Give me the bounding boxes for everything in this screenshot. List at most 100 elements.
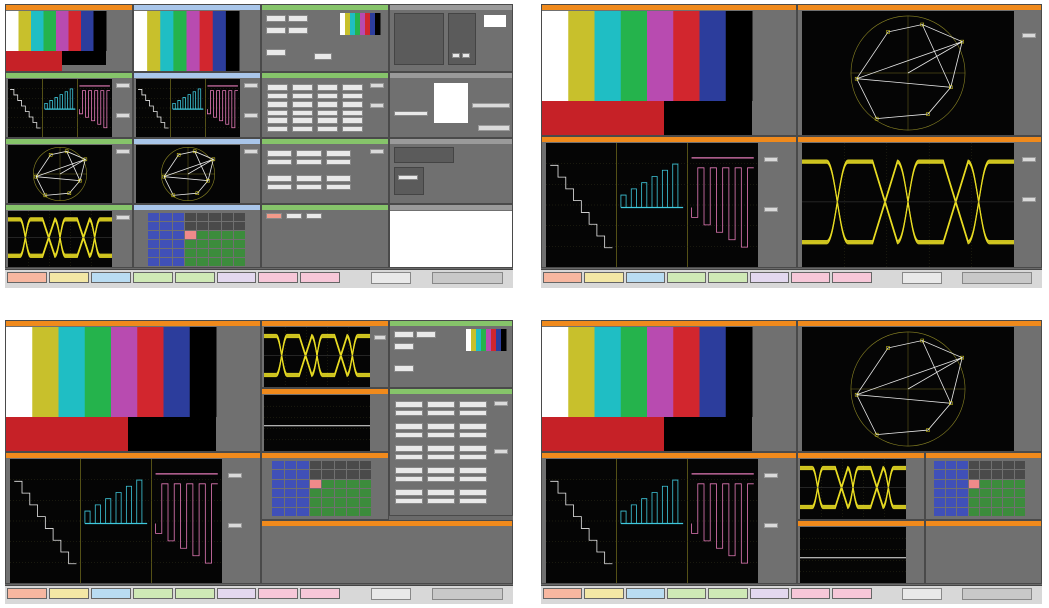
status-cell[interactable] xyxy=(1014,489,1025,498)
status-cell[interactable] xyxy=(197,213,209,221)
taskbar-tab[interactable] xyxy=(132,588,173,599)
side-button[interactable] xyxy=(764,207,778,212)
side-button[interactable] xyxy=(116,113,130,118)
status-cell[interactable] xyxy=(980,507,991,516)
setting-field[interactable] xyxy=(267,117,288,125)
settings-panel-system[interactable] xyxy=(389,4,513,72)
status-cell[interactable] xyxy=(309,498,321,507)
setting-field[interactable] xyxy=(325,175,351,182)
taskbar-tab[interactable] xyxy=(749,588,789,599)
status-cell[interactable] xyxy=(945,507,956,516)
setting-field[interactable] xyxy=(342,84,363,91)
taskbar-tab[interactable] xyxy=(790,272,831,283)
status-cell[interactable] xyxy=(209,258,221,266)
taskbar-tab[interactable] xyxy=(543,588,583,599)
status-cell[interactable] xyxy=(160,231,172,239)
taskbar-tab[interactable] xyxy=(258,588,299,599)
side-button[interactable] xyxy=(764,473,778,478)
color-bars-panel[interactable] xyxy=(5,4,133,72)
measurement-settings-panel[interactable] xyxy=(261,72,389,138)
taskbar-tab[interactable] xyxy=(625,588,665,599)
side-button[interactable] xyxy=(472,103,510,108)
setting-field[interactable] xyxy=(395,498,423,504)
setting-field[interactable] xyxy=(267,184,293,190)
setting-field[interactable] xyxy=(267,126,288,133)
status-cell[interactable] xyxy=(957,461,968,470)
status-cell[interactable] xyxy=(1003,489,1014,498)
status-cell[interactable] xyxy=(209,213,221,221)
status-cell[interactable] xyxy=(184,213,196,221)
status-cell[interactable] xyxy=(957,470,968,479)
status-cell[interactable] xyxy=(957,498,968,507)
status-cell[interactable] xyxy=(209,249,221,257)
measurement-settings-panel[interactable] xyxy=(389,388,513,516)
status-cell[interactable] xyxy=(945,498,956,507)
status-grid-panel[interactable] xyxy=(925,452,1042,520)
status-cell[interactable] xyxy=(1014,461,1025,470)
status-cell[interactable] xyxy=(945,479,956,488)
setting-field[interactable] xyxy=(395,432,423,438)
status-cell[interactable] xyxy=(957,479,968,488)
vectorscope-panel[interactable] xyxy=(5,138,133,204)
taskbar-tab[interactable] xyxy=(832,272,872,283)
taskbar-tab[interactable] xyxy=(543,272,583,283)
status-cell[interactable] xyxy=(991,479,1002,488)
status-cell[interactable] xyxy=(347,479,359,488)
setting-field[interactable] xyxy=(427,445,455,452)
setting-field[interactable] xyxy=(267,150,293,157)
setting-field[interactable] xyxy=(395,445,423,452)
setting-field[interactable] xyxy=(286,213,302,219)
status-cell[interactable] xyxy=(359,470,371,479)
status-cell[interactable] xyxy=(272,498,284,507)
setting-field[interactable] xyxy=(292,100,313,108)
status-cell[interactable] xyxy=(233,213,245,221)
setting-field[interactable] xyxy=(292,109,313,116)
status-cell[interactable] xyxy=(934,461,945,470)
setting-field[interactable] xyxy=(427,432,455,438)
taskbar-tab[interactable] xyxy=(7,588,47,599)
setting-field[interactable] xyxy=(317,126,338,133)
taskbar-tab[interactable] xyxy=(300,272,341,283)
setting-field[interactable] xyxy=(317,93,338,99)
status-cell[interactable] xyxy=(945,470,956,479)
status-cell[interactable] xyxy=(934,507,945,516)
status-cell[interactable] xyxy=(221,222,233,230)
measurement-settings-panel-2[interactable] xyxy=(261,138,389,204)
taskbar-tab[interactable] xyxy=(132,272,173,283)
status-cell[interactable] xyxy=(233,231,245,239)
side-button[interactable] xyxy=(370,149,384,154)
color-bars-panel-2[interactable] xyxy=(133,4,261,72)
setting-field[interactable] xyxy=(317,84,338,91)
taskbar-tab[interactable] xyxy=(749,272,789,283)
status-cell[interactable] xyxy=(359,489,371,498)
side-button[interactable] xyxy=(764,523,778,528)
status-cell[interactable] xyxy=(334,507,346,516)
status-cell[interactable] xyxy=(160,222,172,230)
status-grid-panel[interactable] xyxy=(133,204,261,268)
status-cell[interactable] xyxy=(148,249,160,257)
status-cell[interactable] xyxy=(359,461,371,470)
status-cell[interactable] xyxy=(297,498,309,507)
status-cell[interactable] xyxy=(991,470,1002,479)
taskbar-tab[interactable] xyxy=(90,588,131,599)
eye-pattern-panel[interactable] xyxy=(261,320,389,388)
status-cell[interactable] xyxy=(1003,470,1014,479)
setting-field[interactable] xyxy=(266,213,282,219)
event-log-panel[interactable] xyxy=(261,520,513,584)
setting-field[interactable] xyxy=(296,150,322,157)
settings-panel-generator[interactable] xyxy=(261,4,389,72)
side-button[interactable] xyxy=(370,83,384,88)
taskbar-tab[interactable] xyxy=(258,272,299,283)
status-cell[interactable] xyxy=(322,461,334,470)
status-cell[interactable] xyxy=(184,222,196,230)
taskbar-field[interactable] xyxy=(370,588,412,600)
taskbar-tab[interactable] xyxy=(174,272,215,283)
taskbar-tab[interactable] xyxy=(832,588,872,599)
setting-field[interactable] xyxy=(317,109,338,116)
status-cell[interactable] xyxy=(980,498,991,507)
taskbar-tab[interactable] xyxy=(708,272,748,283)
setting-field[interactable] xyxy=(459,498,487,504)
status-cell[interactable] xyxy=(1003,498,1014,507)
side-button[interactable] xyxy=(494,449,508,454)
taskbar-tab[interactable] xyxy=(174,588,215,599)
